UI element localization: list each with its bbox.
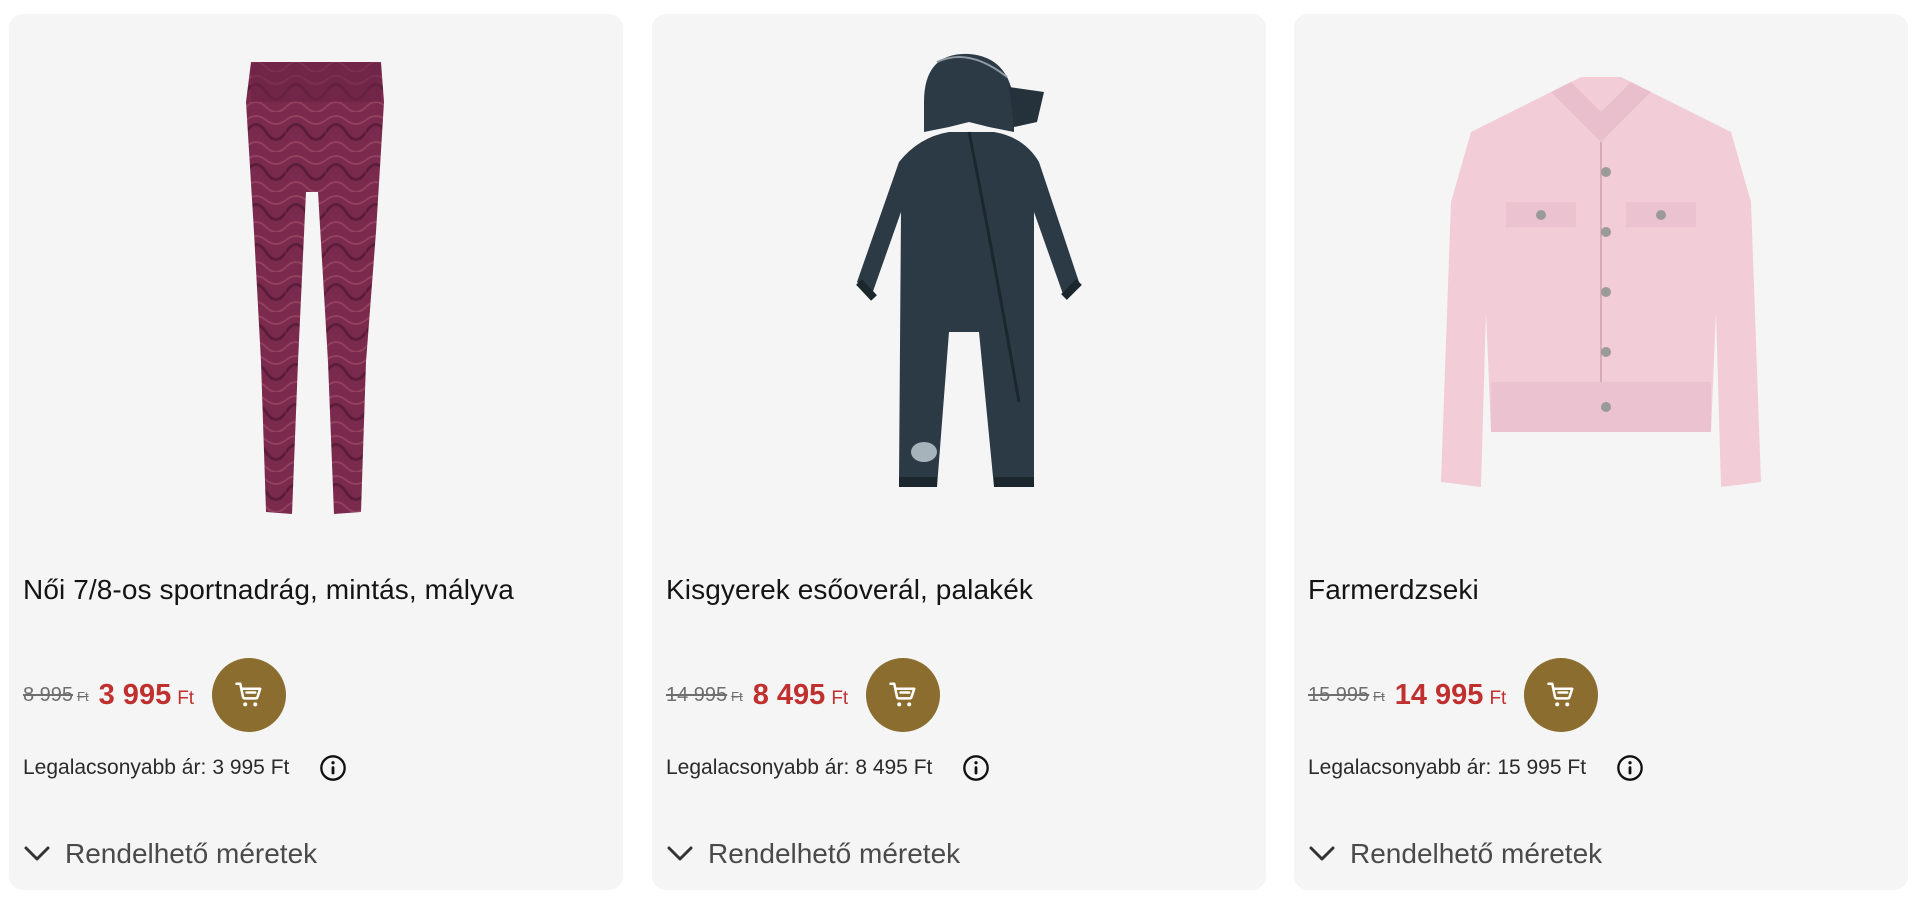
available-sizes-toggle[interactable]: Rendelhető méretek: [23, 838, 317, 870]
product-title[interactable]: Kisgyerek esőoverál, palakék: [666, 574, 1252, 606]
product-image-denim-jacket[interactable]: [1294, 14, 1908, 550]
denim-jacket-image: [1441, 77, 1761, 487]
old-price-value: 8 995: [23, 683, 74, 706]
sale-price-value: 14 995: [1394, 678, 1484, 711]
product-image-leggings[interactable]: [9, 14, 623, 550]
old-price-value: 14 995: [666, 683, 728, 706]
available-sizes-toggle[interactable]: Rendelhető méretek: [1308, 838, 1602, 870]
rain-overall-image: [856, 53, 1082, 487]
old-price-currency: Ft: [731, 688, 743, 704]
sale-price-currency: Ft: [177, 687, 195, 709]
sale-price: 8 495 Ft: [753, 679, 848, 712]
lowest-price-row: Legalacsonyabb ár: 8 495 Ft: [666, 754, 990, 782]
price-row: 8 995 Ft 3 995 Ft: [23, 658, 287, 732]
lowest-price-row: Legalacsonyabb ár: 3 995 Ft: [23, 754, 347, 782]
sale-price: 14 995 Ft: [1395, 679, 1507, 712]
product-title[interactable]: Farmerdzseki: [1308, 574, 1894, 606]
sale-price-value: 8 495: [752, 678, 826, 711]
old-price-currency: Ft: [77, 688, 89, 704]
product-card-denim-jacket[interactable]: Farmerdzseki 15 995 Ft 14 995 Ft Legalac…: [1294, 14, 1908, 890]
lowest-price-value: 8 495 Ft: [855, 756, 933, 779]
available-sizes-toggle[interactable]: Rendelhető méretek: [666, 838, 960, 870]
lowest-price-label: Legalacsonyabb ár:: [666, 756, 850, 779]
old-price-currency: Ft: [1373, 688, 1385, 704]
old-price: 8 995 Ft: [23, 684, 89, 707]
old-price: 14 995 Ft: [666, 684, 743, 707]
lowest-price-value: 3 995 Ft: [212, 756, 290, 779]
lowest-price-row: Legalacsonyabb ár: 15 995 Ft: [1308, 754, 1644, 782]
product-title[interactable]: Női 7/8-os sportnadrág, mintás, mályva: [23, 574, 609, 606]
shopping-cart-icon: [889, 682, 916, 707]
sale-price: 3 995 Ft: [99, 679, 194, 712]
available-sizes-label: Rendelhető méretek: [708, 838, 961, 869]
info-circle-icon[interactable]: [319, 754, 347, 782]
chevron-down-icon: [666, 845, 694, 863]
product-card-leggings[interactable]: Női 7/8-os sportnadrág, mintás, mályva 8…: [9, 14, 623, 890]
leggings-image: [246, 62, 384, 514]
price-row: 15 995 Ft 14 995 Ft: [1308, 658, 1599, 732]
sale-price-value: 3 995: [98, 678, 172, 711]
chevron-down-icon: [23, 845, 51, 863]
add-to-cart-button[interactable]: [212, 658, 287, 732]
sale-price-currency: Ft: [831, 687, 849, 709]
old-price: 15 995 Ft: [1308, 684, 1385, 707]
product-grid: Női 7/8-os sportnadrág, mintás, mályva 8…: [0, 0, 1920, 899]
info-circle-icon[interactable]: [1616, 754, 1644, 782]
available-sizes-label: Rendelhető méretek: [65, 838, 318, 869]
available-sizes-label: Rendelhető méretek: [1350, 838, 1603, 869]
product-image-rain-overall[interactable]: [652, 14, 1266, 550]
price-row: 14 995 Ft 8 495 Ft: [666, 658, 941, 732]
sale-price-currency: Ft: [1489, 687, 1507, 709]
product-card-rain-overall[interactable]: Kisgyerek esőoverál, palakék 14 995 Ft 8…: [652, 14, 1266, 890]
add-to-cart-button[interactable]: [1524, 658, 1599, 732]
shopping-cart-icon: [235, 682, 262, 707]
info-circle-icon[interactable]: [962, 754, 990, 782]
lowest-price-label: Legalacsonyabb ár:: [1308, 756, 1492, 779]
chevron-down-icon: [1308, 845, 1336, 863]
old-price-value: 15 995: [1308, 683, 1370, 706]
add-to-cart-button[interactable]: [866, 658, 941, 732]
shopping-cart-icon: [1547, 682, 1574, 707]
lowest-price-value: 15 995 Ft: [1497, 756, 1587, 779]
lowest-price-label: Legalacsonyabb ár:: [23, 756, 207, 779]
